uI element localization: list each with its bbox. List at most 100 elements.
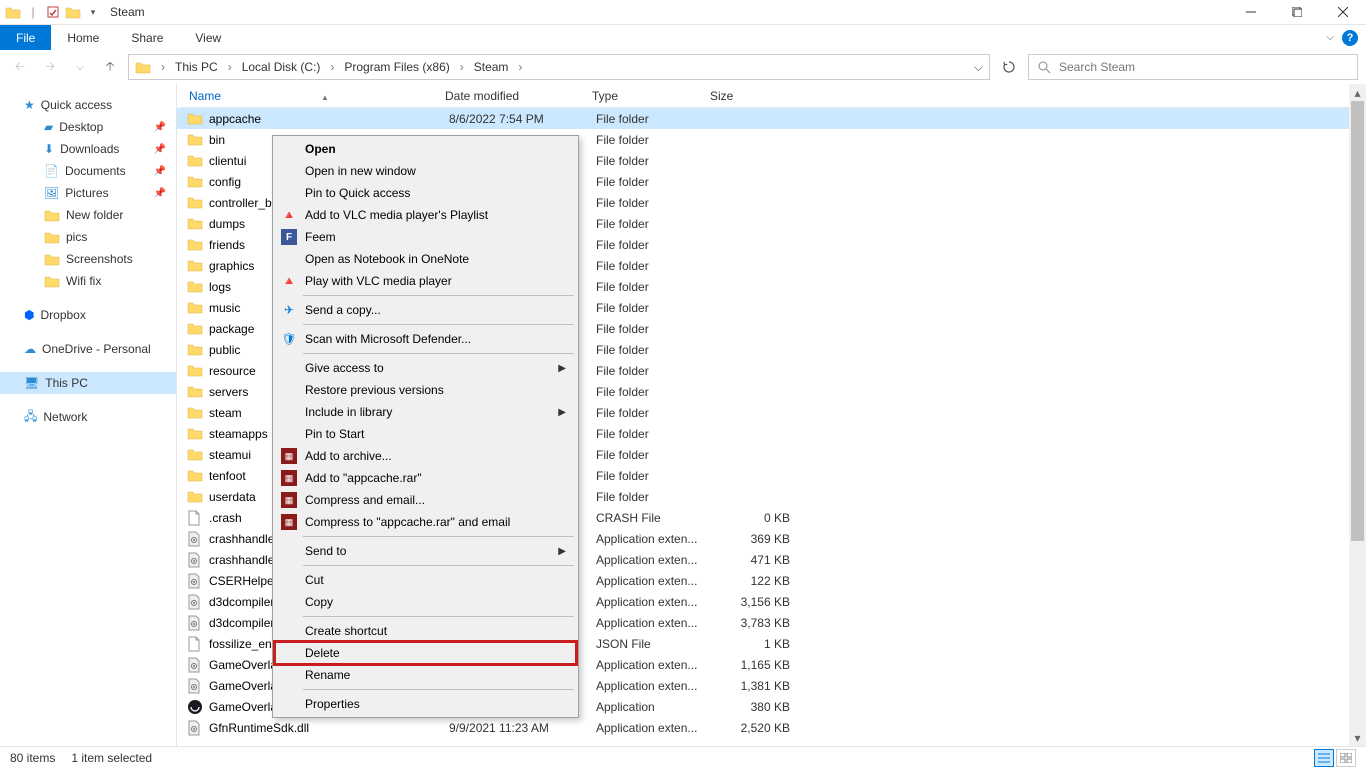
chevron-right-icon[interactable]: › <box>157 60 169 74</box>
ribbon-menu: File Home Share View ⌵ ? <box>0 25 1366 50</box>
cm-properties[interactable]: Properties <box>275 693 576 715</box>
nav-screenshots[interactable]: Screenshots <box>0 248 176 270</box>
col-date[interactable]: Date modified <box>437 89 584 103</box>
up-button[interactable]: 🡡 <box>98 55 122 79</box>
cm-restore[interactable]: Restore previous versions <box>275 379 576 401</box>
chevron-right-icon[interactable]: › <box>224 60 236 74</box>
back-button[interactable]: 🡠 <box>8 55 32 79</box>
icons-view-button[interactable] <box>1336 749 1356 767</box>
cm-pin-quick-access[interactable]: Pin to Quick access <box>275 182 576 204</box>
address-dropdown-icon[interactable]: ⌵ <box>974 60 983 75</box>
nav-quick-access[interactable]: ★Quick access <box>0 94 176 116</box>
cm-rename[interactable]: Rename <box>275 664 576 686</box>
tab-view[interactable]: View <box>179 25 237 50</box>
nav-desktop[interactable]: ▰Desktop📌 <box>0 116 176 138</box>
cm-onenote[interactable]: Open as Notebook in OneNote <box>275 248 576 270</box>
recent-dropdown-icon[interactable]: ⌵ <box>68 55 92 79</box>
file-size: 471 KB <box>714 553 790 567</box>
onedrive-icon: ☁ <box>24 342 36 356</box>
forward-button[interactable]: 🡢 <box>38 55 62 79</box>
col-size[interactable]: Size <box>702 89 782 103</box>
cm-pin-start[interactable]: Pin to Start <box>275 423 576 445</box>
help-icon[interactable]: ? <box>1342 30 1358 46</box>
file-icon <box>187 636 203 652</box>
status-selection: 1 item selected <box>71 751 152 765</box>
breadcrumb-programfiles[interactable]: Program Files (x86) <box>344 60 449 74</box>
nav-newfolder[interactable]: New folder <box>0 204 176 226</box>
nav-onedrive[interactable]: ☁OneDrive - Personal <box>0 338 176 360</box>
winrar-icon: ▦ <box>281 492 297 508</box>
exe-icon <box>187 699 203 715</box>
scroll-up-icon[interactable]: ▴ <box>1349 84 1366 101</box>
minimize-button[interactable] <box>1228 0 1274 25</box>
address-bar[interactable]: › This PC › Local Disk (C:) › Program Fi… <box>128 54 990 80</box>
nav-documents[interactable]: 📄Documents📌 <box>0 160 176 182</box>
scroll-thumb[interactable] <box>1351 101 1364 541</box>
scroll-down-icon[interactable]: ▾ <box>1349 729 1366 746</box>
ribbon-chevron-icon[interactable]: ⌵ <box>1326 32 1334 43</box>
cm-defender[interactable]: 🛡Scan with Microsoft Defender... <box>275 328 576 350</box>
chevron-right-icon[interactable]: › <box>326 60 338 74</box>
cm-create-shortcut[interactable]: Create shortcut <box>275 620 576 642</box>
chevron-right-icon[interactable]: › <box>456 60 468 74</box>
cm-vlc-playlist[interactable]: 🔺Add to VLC media player's Playlist <box>275 204 576 226</box>
dll-icon <box>187 720 203 736</box>
file-type: File folder <box>596 448 714 462</box>
breadcrumb-drive[interactable]: Local Disk (C:) <box>242 60 321 74</box>
cm-delete[interactable]: Delete <box>275 642 576 664</box>
breadcrumb-thispc[interactable]: This PC <box>175 60 218 74</box>
search-input[interactable]: Search Steam <box>1028 54 1358 80</box>
cm-compress-email[interactable]: ▦Compress and email... <box>275 489 576 511</box>
nav-downloads[interactable]: ⬇Downloads📌 <box>0 138 176 160</box>
scroll-track[interactable] <box>1349 101 1366 729</box>
cm-include-library[interactable]: Include in library▶ <box>275 401 576 423</box>
nav-pictures[interactable]: 🖼Pictures📌 <box>0 182 176 204</box>
cm-add-rar[interactable]: ▦Add to "appcache.rar" <box>275 467 576 489</box>
file-type: JSON File <box>596 637 714 651</box>
vertical-scrollbar[interactable]: ▴ ▾ <box>1349 84 1366 746</box>
qat-dropdown-icon[interactable]: ▾ <box>84 3 102 21</box>
dll-icon <box>187 615 203 631</box>
details-view-button[interactable] <box>1314 749 1334 767</box>
cm-separator <box>303 689 574 690</box>
cm-feem[interactable]: FFeem <box>275 226 576 248</box>
nav-wififix[interactable]: Wifi fix <box>0 270 176 292</box>
refresh-button[interactable] <box>996 54 1022 80</box>
cm-give-access[interactable]: Give access to▶ <box>275 357 576 379</box>
cm-open[interactable]: Open <box>275 138 576 160</box>
cm-cut[interactable]: Cut <box>275 569 576 591</box>
dropbox-icon: ⬢ <box>24 308 34 322</box>
chevron-right-icon[interactable]: › <box>514 60 526 74</box>
file-row[interactable]: GfnRuntimeSdk.dll9/9/2021 11:23 AMApplic… <box>177 717 1366 738</box>
cm-copy[interactable]: Copy <box>275 591 576 613</box>
nav-network[interactable]: 🖧Network <box>0 406 176 428</box>
sort-asc-icon: ▲ <box>321 93 329 102</box>
file-type: File folder <box>596 133 714 147</box>
cm-open-new-window[interactable]: Open in new window <box>275 160 576 182</box>
tab-home[interactable]: Home <box>51 25 115 50</box>
cm-archive[interactable]: ▦Add to archive... <box>275 445 576 467</box>
qat-properties-icon[interactable] <box>44 3 62 21</box>
file-row[interactable]: appcache8/6/2022 7:54 PMFile folder <box>177 108 1366 129</box>
maximize-button[interactable] <box>1274 0 1320 25</box>
close-button[interactable] <box>1320 0 1366 25</box>
tab-share[interactable]: Share <box>115 25 179 50</box>
col-name[interactable]: Name▲ <box>181 89 437 103</box>
file-type: Application exten... <box>596 679 714 693</box>
pictures-icon: 🖼 <box>44 186 59 200</box>
vlc-icon: 🔺 <box>281 207 297 223</box>
col-type[interactable]: Type <box>584 89 702 103</box>
cm-send-to[interactable]: Send to▶ <box>275 540 576 562</box>
breadcrumb-steam[interactable]: Steam <box>474 60 509 74</box>
qat-folder-icon[interactable] <box>64 3 82 21</box>
nav-thispc[interactable]: 🖥This PC <box>0 372 176 394</box>
cm-vlc-play[interactable]: 🔺Play with VLC media player <box>275 270 576 292</box>
cm-send-copy[interactable]: ✈Send a copy... <box>275 299 576 321</box>
nav-pics[interactable]: pics <box>0 226 176 248</box>
nav-dropbox[interactable]: ⬢Dropbox <box>0 304 176 326</box>
cm-compress-rar-email[interactable]: ▦Compress to "appcache.rar" and email <box>275 511 576 533</box>
desktop-icon: ▰ <box>44 120 53 134</box>
chevron-right-icon: ▶ <box>558 363 566 374</box>
tab-file[interactable]: File <box>0 25 51 50</box>
file-type: File folder <box>596 385 714 399</box>
